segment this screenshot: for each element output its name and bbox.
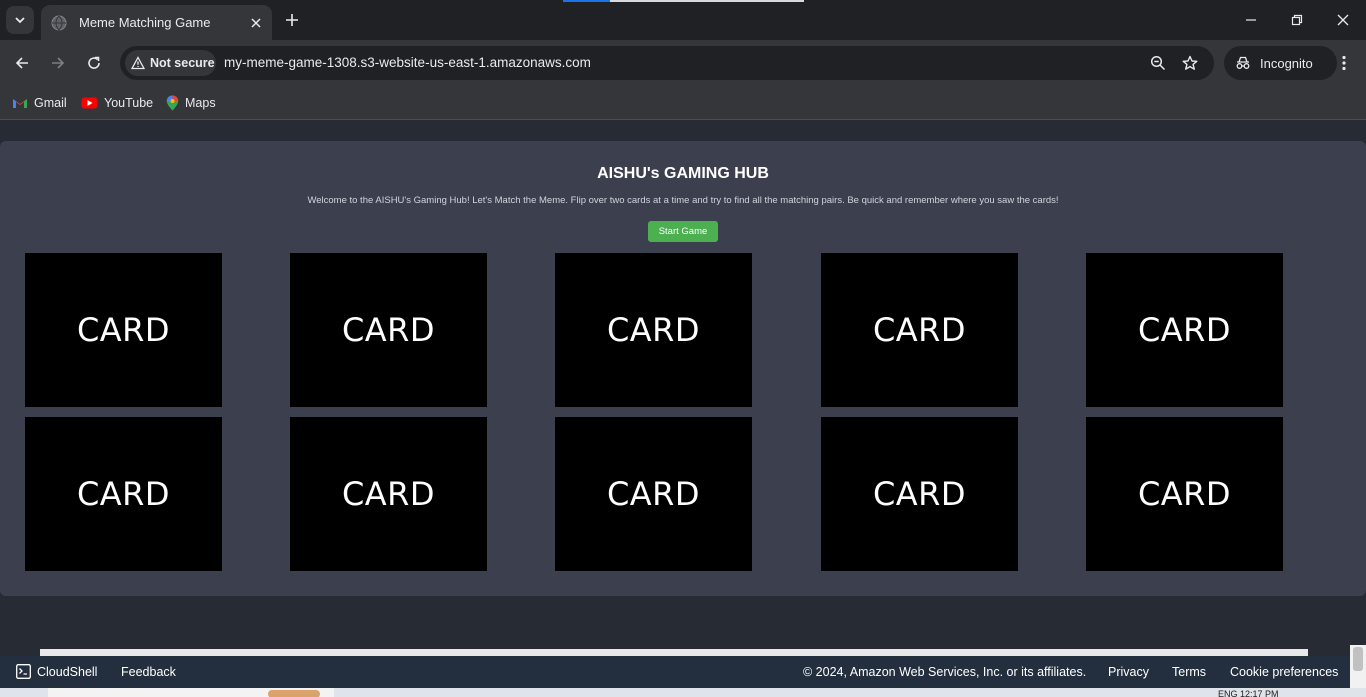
- zoom-button[interactable]: [1144, 49, 1172, 77]
- card-label: CARD: [1137, 475, 1232, 513]
- card-label: CARD: [1137, 311, 1232, 349]
- aws-footer: CloudShell Feedback © 2024, Amazon Web S…: [0, 656, 1350, 688]
- minimize-icon: [1246, 19, 1256, 21]
- incognito-icon: [1236, 56, 1250, 69]
- restore-icon: [1291, 14, 1303, 26]
- tab-search-button[interactable]: [6, 6, 34, 34]
- game-card[interactable]: CARD: [1086, 253, 1283, 407]
- bookmark-label: Maps: [185, 96, 216, 110]
- tab-title: Meme Matching Game: [79, 15, 211, 30]
- restore-button[interactable]: [1282, 6, 1312, 34]
- page-subtitle: Welcome to the AISHU's Gaming Hub! Let's…: [307, 195, 1059, 206]
- taskbar-thumbnail[interactable]: [48, 688, 334, 697]
- bookmarks-bar: Gmail YouTube Maps: [0, 86, 1366, 120]
- arrow-right-icon: [52, 57, 65, 69]
- gmail-icon: [13, 99, 27, 108]
- loading-bar: [563, 0, 804, 2]
- bookmark-maps[interactable]: Maps: [166, 93, 216, 113]
- privacy-link[interactable]: Privacy: [1108, 665, 1149, 679]
- game-card[interactable]: CARD: [821, 253, 1018, 407]
- cookie-preferences-link[interactable]: Cookie preferences: [1230, 665, 1338, 679]
- game-card[interactable]: CARD: [555, 417, 752, 571]
- card-label: CARD: [76, 475, 171, 513]
- close-tab-icon[interactable]: [246, 13, 266, 33]
- close-icon: [1337, 14, 1349, 26]
- vertical-scrollbar[interactable]: [1350, 645, 1366, 688]
- reload-icon: [88, 56, 100, 69]
- star-icon: [1182, 55, 1198, 70]
- globe-icon: [51, 15, 67, 31]
- bookmark-youtube[interactable]: YouTube: [81, 93, 153, 113]
- tab-strip: Meme Matching Game: [0, 0, 1366, 40]
- game-card[interactable]: CARD: [25, 417, 222, 571]
- start-game-button[interactable]: Start Game: [648, 221, 718, 242]
- terminal-icon: [16, 664, 31, 679]
- card-label: CARD: [606, 311, 701, 349]
- address-bar[interactable]: Not secure my-meme-game-1308.s3-website-…: [120, 46, 1214, 80]
- horizontal-scrollbar[interactable]: [40, 649, 1308, 656]
- page-title: AISHU's GAMING HUB: [597, 165, 769, 182]
- game-card[interactable]: CARD: [290, 417, 487, 571]
- game-card[interactable]: CARD: [555, 253, 752, 407]
- forward-button[interactable]: [44, 49, 72, 77]
- copyright-text: © 2024, Amazon Web Services, Inc. or its…: [803, 665, 1087, 679]
- card-label: CARD: [341, 475, 436, 513]
- bookmark-label: YouTube: [104, 96, 154, 110]
- back-button[interactable]: [8, 49, 36, 77]
- game-card[interactable]: CARD: [1086, 417, 1283, 571]
- cloudshell-label: CloudShell: [37, 664, 98, 679]
- warning-icon: [131, 56, 145, 70]
- card-label: CARD: [872, 311, 967, 349]
- chevron-down-icon: [15, 17, 25, 24]
- bookmark-star-button[interactable]: [1176, 49, 1204, 77]
- page-viewport: AISHU's GAMING HUB Welcome to the AISHU'…: [0, 121, 1366, 649]
- zoom-out-icon: [1150, 55, 1166, 71]
- new-tab-button[interactable]: [280, 8, 304, 32]
- card-label: CARD: [341, 311, 436, 349]
- game-card[interactable]: CARD: [821, 417, 1018, 571]
- close-window-button[interactable]: [1328, 6, 1358, 34]
- more-vert-icon: [1342, 55, 1346, 71]
- url-text[interactable]: my-meme-game-1308.s3-website-us-east-1.a…: [224, 55, 591, 70]
- card-label: CARD: [606, 475, 701, 513]
- bookmark-label: Gmail: [34, 96, 67, 110]
- game-card[interactable]: CARD: [290, 253, 487, 407]
- youtube-icon: [81, 97, 98, 109]
- incognito-badge[interactable]: Incognito: [1224, 46, 1337, 80]
- system-tray-clock: ENG 12:17 PM: [1218, 689, 1279, 697]
- terms-link[interactable]: Terms: [1172, 665, 1206, 679]
- security-chip[interactable]: Not secure: [125, 50, 216, 76]
- active-tab[interactable]: Meme Matching Game: [41, 5, 272, 40]
- maps-icon: [166, 95, 179, 111]
- profile-label: Incognito: [1260, 55, 1313, 71]
- game-card[interactable]: CARD: [25, 253, 222, 407]
- arrow-left-icon: [15, 57, 28, 69]
- cloudshell-button[interactable]: CloudShell: [16, 664, 97, 679]
- reload-button[interactable]: [80, 49, 108, 77]
- feedback-link[interactable]: Feedback: [121, 665, 176, 679]
- browser-menu-button[interactable]: [1330, 49, 1358, 77]
- game-panel: AISHU's GAMING HUB Welcome to the AISHU'…: [0, 141, 1366, 596]
- minimize-button[interactable]: [1236, 6, 1266, 34]
- os-taskbar: ENG 12:17 PM: [0, 688, 1366, 697]
- plus-icon: [286, 14, 298, 26]
- browser-toolbar: Not secure my-meme-game-1308.s3-website-…: [0, 40, 1366, 86]
- card-label: CARD: [76, 311, 171, 349]
- card-label: CARD: [872, 475, 967, 513]
- bookmark-gmail[interactable]: Gmail: [12, 93, 67, 113]
- security-label: Not secure: [150, 56, 215, 70]
